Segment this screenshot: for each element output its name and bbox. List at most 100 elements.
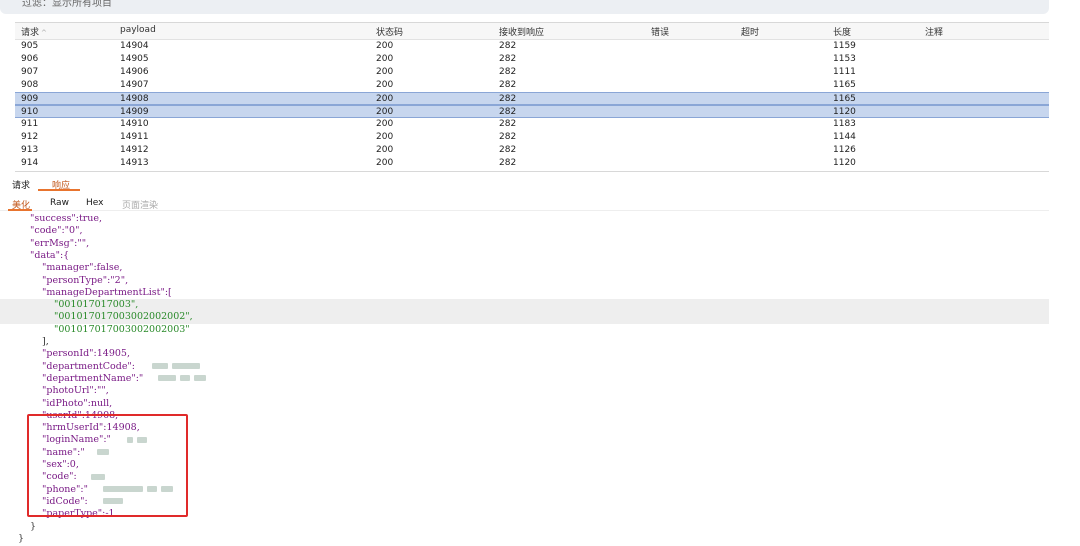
cell-status: 200 (376, 67, 394, 77)
cell-request: 905 (21, 41, 39, 51)
json-line: } (0, 521, 1049, 534)
json-line: "idPhoto":null, (0, 398, 1049, 411)
header-status[interactable]: 状态码 (376, 25, 403, 38)
highlight-box (27, 414, 188, 517)
json-text: "errMsg":"", (30, 237, 90, 249)
table-row[interactable]: 910 14909 200 282 1120 (15, 105, 1049, 118)
json-text: "manager":false, (42, 262, 123, 274)
tab-request[interactable]: 请求 (12, 178, 30, 191)
json-text: "001017017003", (54, 299, 139, 311)
json-text: } (18, 532, 25, 544)
cell-response: 282 (499, 132, 517, 142)
json-text: "success":true, (30, 213, 103, 224)
json-line: } (0, 533, 1049, 546)
table-row[interactable]: 908 14907 200 282 1165 (15, 79, 1049, 92)
json-text: "personType":"2", (42, 274, 129, 286)
json-line: "data":{ (0, 250, 1049, 263)
cell-length: 1111 (833, 67, 856, 77)
tab-hex[interactable]: Hex (86, 198, 103, 208)
json-line: "manager":false, (0, 262, 1049, 275)
header-comment[interactable]: 注释 (925, 25, 943, 38)
cell-length: 1165 (833, 94, 856, 104)
json-line: "code":"0", (0, 225, 1049, 238)
cell-length: 1159 (833, 41, 856, 51)
tab-raw[interactable]: Raw (50, 198, 69, 208)
tab-render[interactable]: 页面渲染 (122, 198, 158, 211)
json-line: "errMsg":"", (0, 238, 1049, 251)
cell-status: 200 (376, 145, 394, 155)
header-request[interactable]: 请求 ^ (21, 25, 47, 38)
cell-payload: 14908 (120, 94, 149, 104)
cell-payload: 14911 (120, 132, 149, 142)
json-text: "001017017003002002003" (54, 323, 190, 335)
cell-request: 910 (21, 107, 39, 117)
cell-payload: 14906 (120, 67, 149, 77)
header-response-received[interactable]: 接收到响应 (499, 25, 544, 38)
cell-payload: 14905 (120, 54, 149, 64)
cell-status: 200 (376, 132, 394, 142)
cell-status: 200 (376, 80, 394, 90)
table-row[interactable]: 913 14912 200 282 1126 (15, 144, 1049, 157)
cell-status: 200 (376, 94, 394, 104)
table-header: 请求 ^ payload 状态码 接收到响应 错误 超时 长度 注释 (15, 23, 1049, 40)
cell-length: 1165 (833, 80, 856, 90)
table-row[interactable]: 907 14906 200 282 1111 (15, 66, 1049, 79)
redacted-value (150, 361, 202, 372)
json-text: "data":{ (30, 249, 70, 261)
message-tabs: 请求 响应 (0, 175, 1049, 191)
json-text: "code":"0", (30, 225, 83, 237)
filter-text: 过滤：显示所有项目 (22, 0, 112, 9)
cell-status: 200 (376, 158, 394, 168)
cell-response: 282 (499, 54, 517, 64)
cell-request: 906 (21, 54, 39, 64)
cell-payload: 14909 (120, 107, 149, 117)
json-text: "001017017003002002002", (54, 311, 193, 323)
header-length[interactable]: 长度 (833, 25, 851, 38)
cell-request: 909 (21, 94, 39, 104)
blur-block (157, 375, 176, 382)
json-text: "departmentName":" (42, 372, 144, 384)
cell-request: 914 (21, 158, 39, 168)
json-text: } (30, 520, 37, 532)
cell-response: 282 (499, 119, 517, 129)
header-error[interactable]: 错误 (651, 25, 669, 38)
json-line: "departmentCode": (0, 361, 1049, 374)
blur-block (193, 375, 206, 382)
json-text: "idPhoto":null, (42, 397, 113, 409)
blur-block (179, 375, 190, 382)
json-line: ], (0, 336, 1049, 349)
json-text: "manageDepartmentList":[ (42, 286, 172, 298)
table-row[interactable]: 911 14910 200 282 1183 (15, 118, 1049, 131)
filter-bar[interactable]: 过滤：显示所有项目 (0, 0, 1049, 14)
cell-request: 907 (21, 67, 39, 77)
right-margin (1049, 0, 1080, 534)
json-text: "departmentCode": (42, 360, 136, 372)
json-text: "photoUrl":"", (42, 385, 109, 397)
cell-status: 200 (376, 54, 394, 64)
cell-request: 912 (21, 132, 39, 142)
cell-status: 200 (376, 119, 394, 129)
cell-length: 1144 (833, 132, 856, 142)
table-row[interactable]: 914 14913 200 282 1120 (15, 157, 1049, 170)
table-row[interactable]: 909 14908 200 282 1165 (15, 92, 1049, 105)
header-timeout[interactable]: 超时 (741, 25, 759, 38)
blur-block (171, 363, 200, 370)
header-payload[interactable]: payload (120, 25, 156, 35)
json-line: "001017017003", (0, 299, 1049, 313)
json-text: ], (42, 336, 49, 347)
view-tab-active-indicator (8, 209, 32, 211)
json-line: "001017017003002002003" (0, 324, 1049, 337)
table-row[interactable]: 905 14904 200 282 1159 (15, 40, 1049, 53)
cell-status: 200 (376, 41, 394, 51)
cell-request: 913 (21, 145, 39, 155)
table-row[interactable]: 906 14905 200 282 1153 (15, 53, 1049, 66)
cell-payload: 14907 (120, 80, 149, 90)
json-line: "personType":"2", (0, 275, 1049, 288)
json-line: "departmentName":" (0, 373, 1049, 386)
cell-response: 282 (499, 41, 517, 51)
table-row[interactable]: 912 14911 200 282 1144 (15, 131, 1049, 144)
cell-payload: 14904 (120, 41, 149, 51)
json-line: "photoUrl":"", (0, 385, 1049, 398)
json-line: "001017017003002002002", (0, 311, 1049, 325)
cell-response: 282 (499, 158, 517, 168)
